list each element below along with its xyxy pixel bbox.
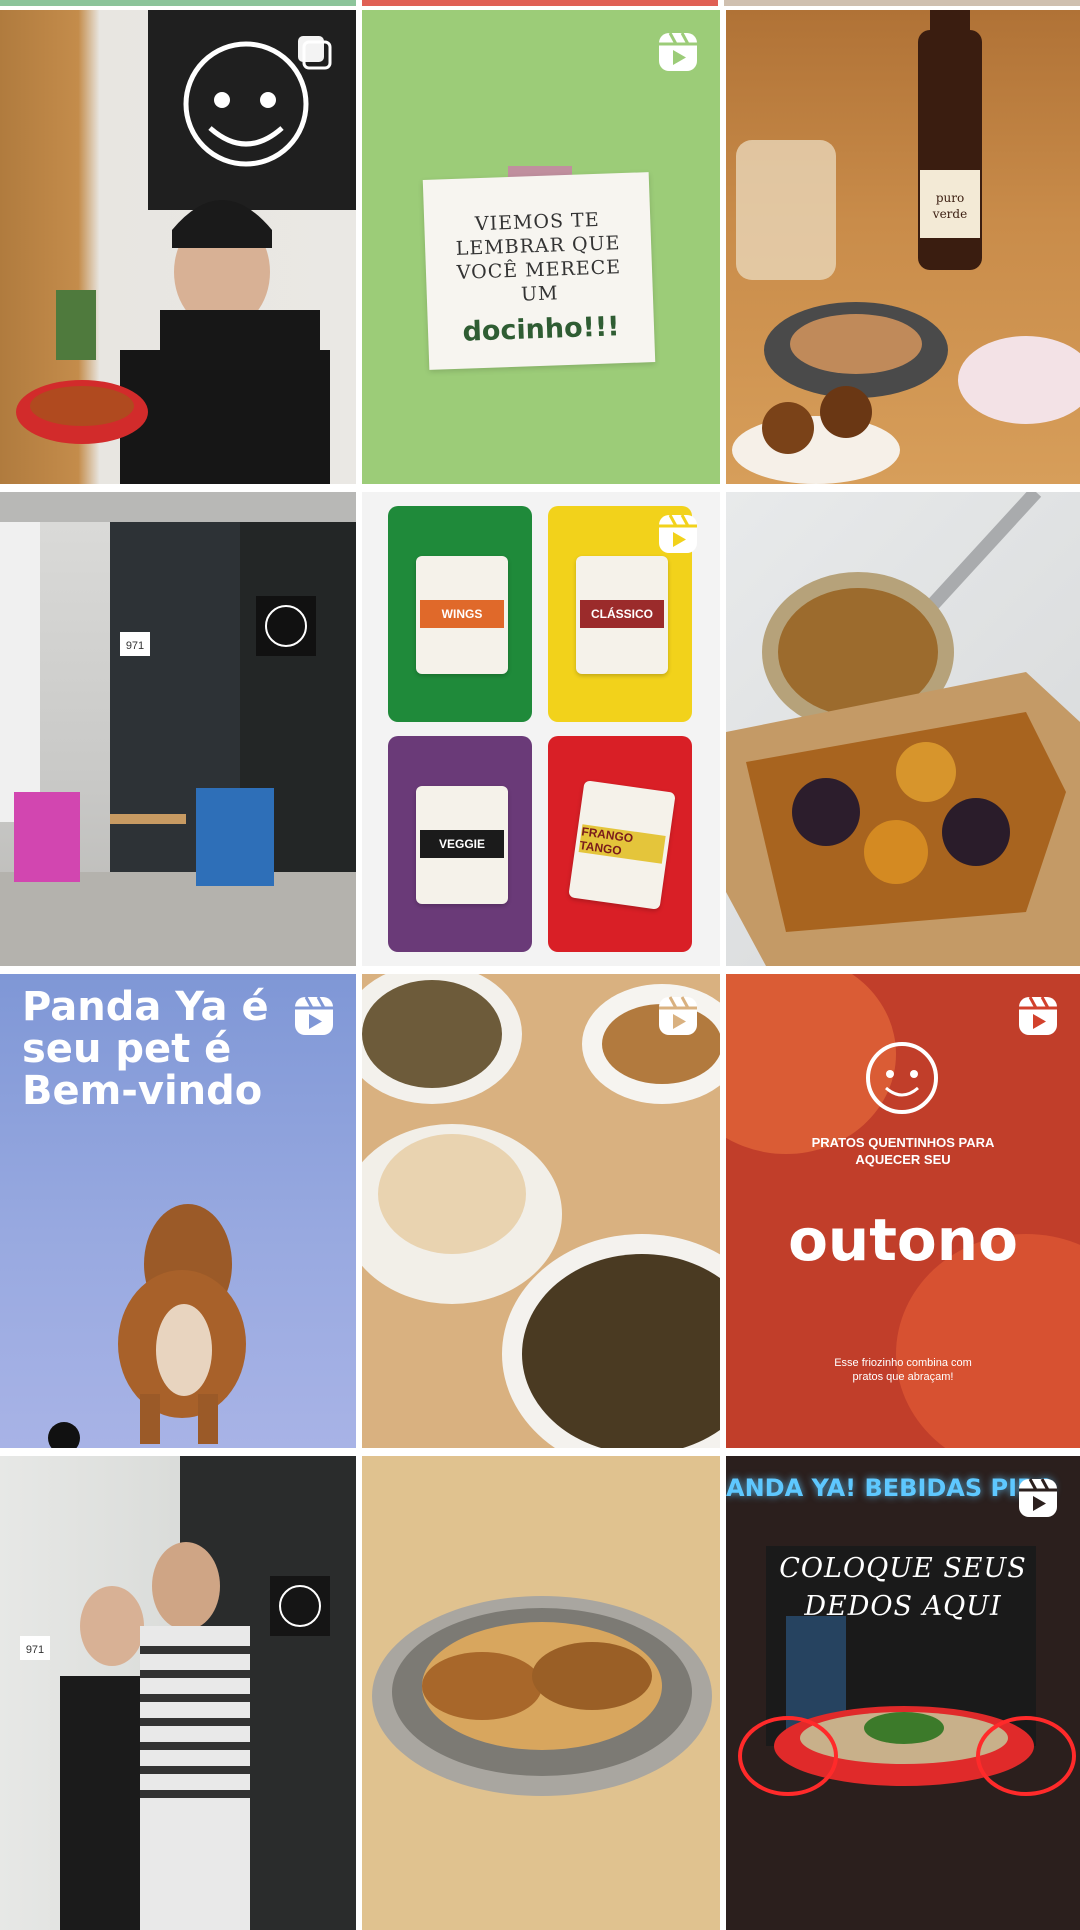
neon-instruction: COLOQUE SEUS DEDOS AQUI — [726, 1550, 1080, 1626]
pack-frango-label: FRANGO TANGO — [578, 824, 666, 864]
reels-icon — [1019, 1478, 1057, 1517]
outono-footer-line-1: Esse friozinho combina com — [834, 1357, 972, 1369]
post-gyoza-plate[interactable] — [362, 1456, 720, 1930]
neon-instruction-line-2: DEDOS AQUI — [804, 1591, 1002, 1622]
post-pet-welcome[interactable]: Panda Ya é seu pet é Bem-vindo — [0, 974, 356, 1448]
beer-photo: puro verde — [732, 10, 1080, 484]
post-noodles-bao[interactable] — [362, 974, 720, 1448]
top-strip-2 — [362, 0, 718, 6]
pack-wings-label: WINGS — [420, 600, 504, 628]
svg-text:verde: verde — [932, 207, 967, 221]
gyoza-photo — [362, 1456, 720, 1930]
outono-subtitle-line-2: AQUECER SEU — [855, 1152, 951, 1167]
post-chef-holding-bowl[interactable] — [0, 10, 356, 484]
outono-subtitle: PRATOS QUENTINHOS PARA AQUECER SEU — [726, 1134, 1080, 1168]
chef-photo — [16, 10, 356, 484]
eggplant-photo — [726, 492, 1080, 966]
post-eggplant-spoon[interactable] — [726, 492, 1080, 966]
outono-footer: Esse friozinho combina com pratos que ab… — [726, 1356, 1080, 1384]
post-neon-bowl[interactable]: ANDA YA! BEBIDAS PIPO COLOQUE SEUS DEDOS… — [726, 1456, 1080, 1930]
storefront-photo: 971 — [0, 492, 356, 966]
pack-classico-label: CLÁSSICO — [580, 600, 664, 628]
dog-photo — [48, 1204, 246, 1448]
post-outono[interactable]: PRATOS QUENTINHOS PARA AQUECER SEU outon… — [726, 974, 1080, 1448]
outono-subtitle-line-1: PRATOS QUENTINHOS PARA — [811, 1135, 995, 1150]
pack-veggie: VEGGIE — [416, 786, 508, 904]
paper-note: VIEMOS TE LEMBRAR QUE VOCÊ MERECE UM doc… — [422, 172, 656, 370]
reels-icon — [659, 514, 697, 553]
post-beer-and-dishes[interactable]: puro verde — [726, 10, 1080, 484]
reels-icon — [1019, 996, 1057, 1035]
multi-image-icon — [298, 36, 332, 70]
post-docinho-note[interactable]: VIEMOS TE LEMBRAR QUE VOCÊ MERECE UM doc… — [362, 10, 720, 484]
pack-veggie-label: VEGGIE — [420, 830, 504, 858]
pack-frango-tango: FRANGO TANGO — [568, 780, 676, 910]
door-number-2: 971 — [26, 1644, 44, 1656]
top-strip-1 — [0, 0, 356, 6]
post-dumpling-packs[interactable]: WINGS CLÁSSICO VEGGIE FRANGO TANGO — [362, 492, 720, 966]
post-couple-storefront[interactable]: 971 — [0, 1456, 356, 1930]
top-strip-3 — [724, 0, 1080, 6]
neon-instruction-line-1: COLOQUE SEUS — [779, 1553, 1027, 1584]
noodles-photo — [362, 974, 720, 1448]
couple-photo: 971 — [20, 1456, 356, 1930]
bottle-label-text: puro — [936, 191, 964, 205]
reels-icon — [659, 32, 697, 71]
note-bold-text: docinho!!! — [462, 311, 621, 348]
post-grid: VIEMOS TE LEMBRAR QUE VOCÊ MERECE UM doc… — [0, 10, 1080, 1930]
outono-title: outono — [788, 1206, 1018, 1274]
reels-icon — [295, 996, 333, 1035]
post-storefront-chairs[interactable]: 971 — [0, 492, 356, 966]
pack-wings: WINGS — [416, 556, 508, 674]
outono-footer-line-2: pratos que abraçam! — [852, 1371, 954, 1383]
neon-photo — [738, 1546, 1076, 1796]
top-strip — [0, 0, 1080, 6]
door-number: 971 — [126, 640, 144, 652]
reels-icon — [659, 996, 697, 1035]
pack-classico: CLÁSSICO — [576, 556, 668, 674]
